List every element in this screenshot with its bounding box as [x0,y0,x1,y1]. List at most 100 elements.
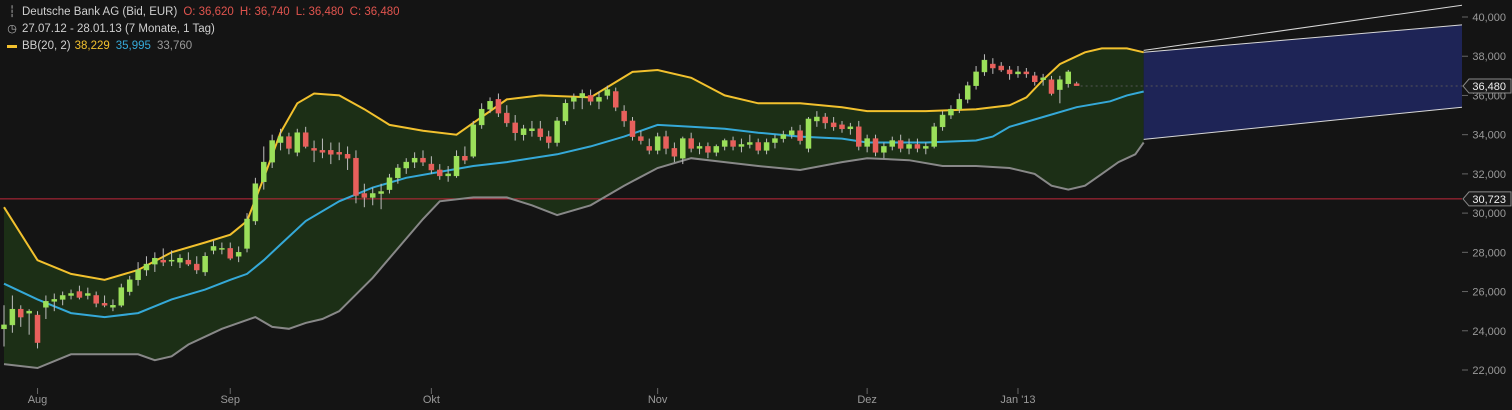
candle-body-84 [705,146,711,153]
candle-body-87 [730,140,736,147]
candle-body-24 [202,256,208,273]
candle-body-120 [1006,69,1013,75]
candle-body-62 [520,128,527,135]
candle-body-7 [59,295,66,300]
y-tick-label-4: 30,000 [1472,208,1506,220]
candle-body-59 [495,99,502,114]
candle-body-111 [931,126,937,147]
candle-body-33 [277,136,284,143]
candle-body-6 [51,299,58,302]
x-tick-label-1: Sep [220,394,240,406]
candle-body-106 [889,140,896,147]
candle-body-54 [453,155,460,177]
candle-body-9 [76,291,83,298]
candle-body-42 [353,157,359,196]
candle-body-12 [101,303,108,306]
reference-price-tag-text: 30,723 [1472,194,1506,206]
candle-body-14 [118,287,125,306]
candle-body-25 [210,246,217,251]
candle-body-112 [939,114,946,128]
y-tick-label-8: 38,000 [1472,51,1506,63]
candle-body-64 [537,128,544,137]
candle-body-26 [219,248,225,250]
candle-body-65 [545,136,552,143]
legend-row-instrument: ┆ Deutsche Bank AG (Bid, EUR) O: 36,620 … [6,4,400,21]
candle-body-55 [462,155,468,161]
candle-body-19 [160,259,166,263]
y-tick-label-3: 28,000 [1472,247,1506,259]
y-tick-label-9: 40,000 [1472,12,1506,24]
candle-body-32 [269,140,275,163]
candle-body-95 [797,130,803,141]
candle-body-44 [369,193,376,198]
candle-body-115 [964,85,971,100]
candle-body-89 [747,142,753,145]
bb-label: BB(20, 2) [22,40,71,52]
candle-body-127 [1065,71,1072,84]
y-tick-label-2: 26,000 [1472,287,1506,299]
x-tick-label-5: Jan '13 [1000,394,1035,406]
candle-body-125 [1048,79,1055,94]
candle-body-105 [881,146,887,153]
candle-body-49 [411,157,418,163]
candle-body-116 [973,71,979,86]
candle-body-41 [344,154,351,159]
candle-body-51 [428,163,435,171]
candle-body-46 [386,177,393,190]
candle-body-74 [621,110,627,122]
candle-body-83 [696,146,703,149]
chart-area: 22,000 24,000 26,000 28,000 30,000 32,000 34,0… [0,0,1512,410]
candle-body-66 [554,120,560,143]
candle-body-124 [1040,77,1046,81]
candle-body-113 [948,108,954,116]
candle-body-35 [294,132,301,153]
candle-body-40 [336,152,342,155]
candle-body-126 [1057,79,1063,90]
candle-body-77 [646,146,653,151]
candle-body-34 [286,136,292,149]
candle-body-23 [193,263,200,271]
candle-body-22 [185,259,192,265]
candle-body-53 [445,173,451,177]
candle-body-13 [110,305,116,308]
candle-body-85 [713,146,720,153]
bb-color-swatch [7,45,17,48]
ohlc-low: L: 36,480 [295,6,344,18]
candle-body-76 [638,136,644,141]
candle-body-91 [763,142,770,151]
bb-upper-value: 38,229 [74,40,110,52]
y-tick-label-0: 22,000 [1472,365,1506,377]
candle-body-50 [420,157,426,163]
candle-body-5 [43,301,49,308]
instrument-name: Deutsche Bank AG (Bid, EUR) [22,6,178,18]
x-tick-label-2: Okt [423,394,440,406]
candle-body-99 [830,122,837,128]
candle-body-123 [1031,75,1038,82]
candle-body-90 [755,142,761,151]
candle-body-38 [319,150,326,153]
candle-body-36 [302,132,309,147]
bb-middle-value: 35,995 [115,40,151,52]
candle-body-121 [1015,71,1021,75]
candle-body-118 [990,63,996,69]
x-tick-label-4: Dez [857,394,877,406]
candle-body-73 [612,91,619,108]
candle-body-58 [487,101,493,110]
chart-type-icon[interactable]: ┆ [6,4,18,21]
candle-body-117 [981,59,988,73]
candle-body-94 [788,130,795,135]
candle-body-11 [93,295,99,304]
candle-body-18 [152,257,158,265]
candle-body-48 [403,161,409,169]
legend-row-bollinger[interactable]: BB(20, 2) 38,229 35,995 33,760 [6,38,400,55]
chart-svg[interactable]: 22,000 24,000 26,000 28,000 30,000 32,000 34,0… [0,0,1512,410]
candle-body-31 [261,161,267,182]
candle-body-78 [654,136,661,151]
chart-legend: ┆ Deutsche Bank AG (Bid, EUR) O: 36,620 … [6,4,400,55]
candle-body-80 [671,148,678,157]
candle-body-72 [604,89,611,96]
candle-body-119 [998,65,1004,71]
legend-row-period: ◷ 27.07.12 - 28.01.13 (7 Monate, 1 Tag) [6,21,400,38]
candle-body-1 [9,308,16,326]
candle-body-15 [126,279,133,292]
